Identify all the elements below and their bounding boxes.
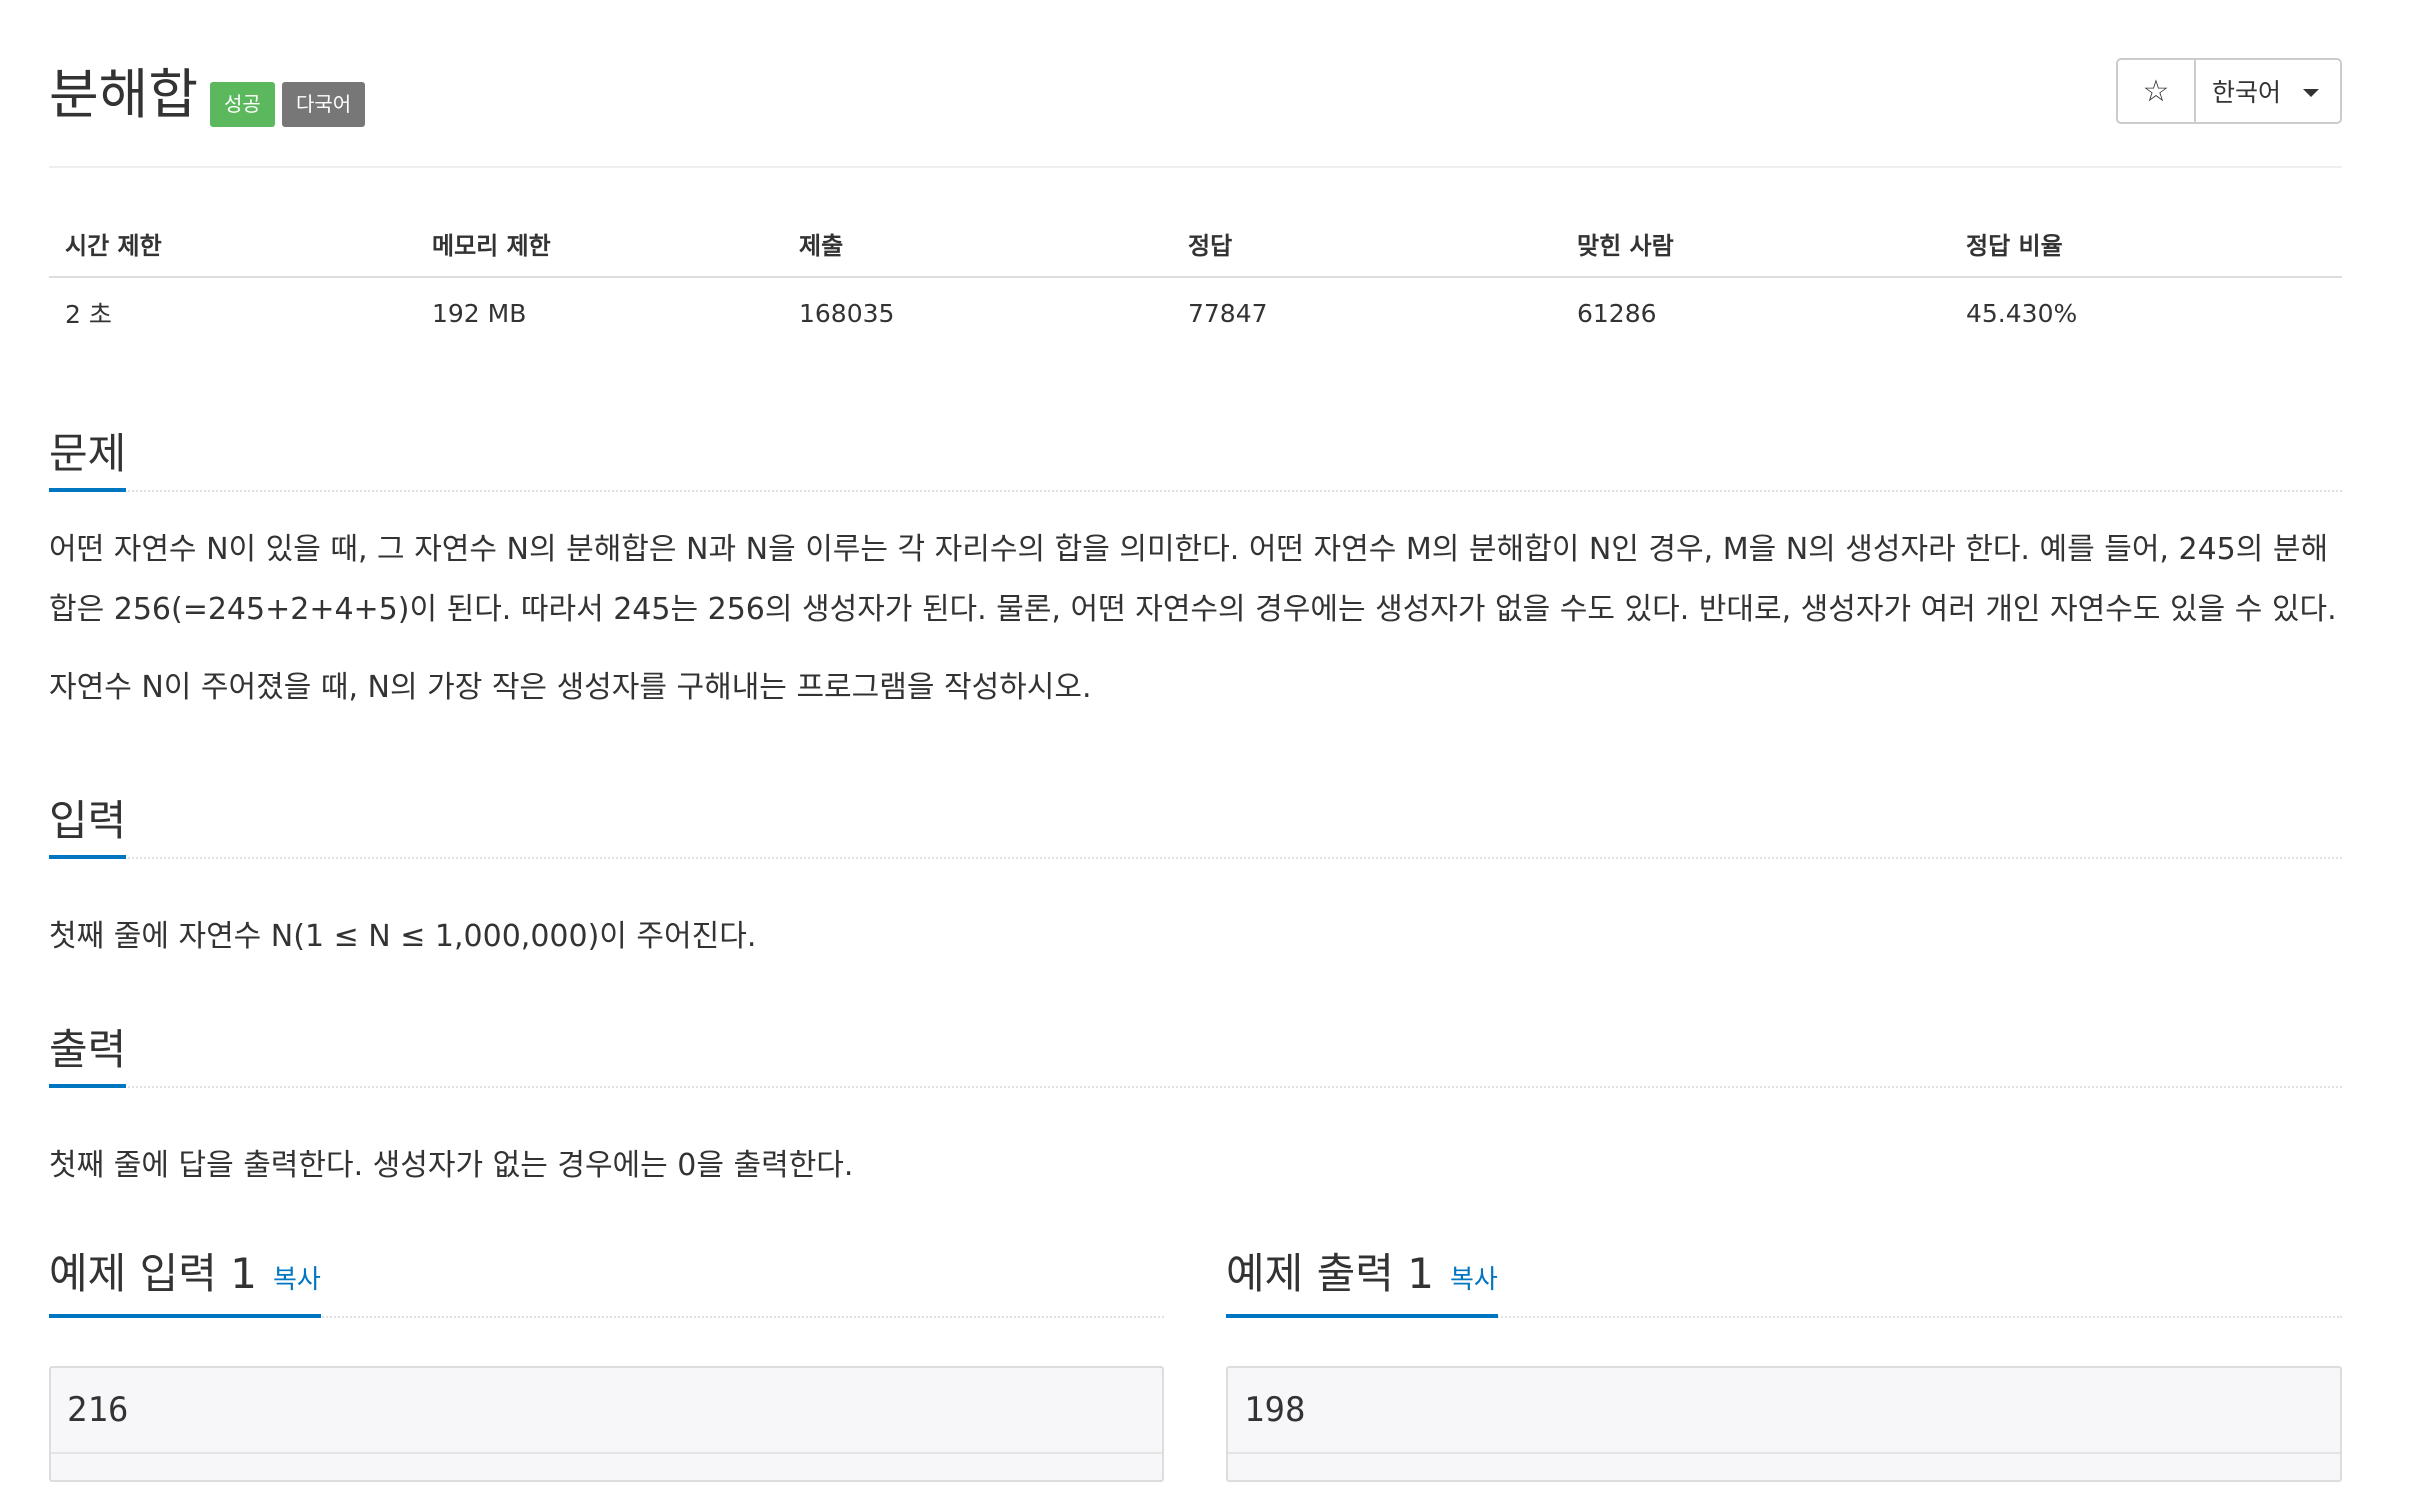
section-sample-input-title: 예제 입력 1 복사 <box>49 1244 321 1318</box>
info-value-memory-limit: 192 MB <box>432 298 527 328</box>
sample-input-divider <box>51 1452 1162 1454</box>
info-header-accept-ratio: 정답 비율 <box>1950 210 2342 278</box>
sample-output-copy-link[interactable]: 복사 <box>1450 1265 1498 1295</box>
sample-input-value: 216 <box>67 1390 129 1430</box>
info-header-row: 시간 제한 메모리 제한 제출 정답 맞힌 사람 정답 비율 <box>49 210 2342 278</box>
info-value-submissions[interactable]: 168035 <box>783 277 1172 348</box>
info-value-time-limit: 2 초 <box>65 300 112 329</box>
sample-input-box[interactable]: 216 <box>49 1366 1164 1482</box>
info-value-accepted: 77847 <box>1188 298 1268 328</box>
section-output: 출력 첫째 줄에 답을 출력한다. 생성자가 없는 경우에는 0을 출력한다. <box>49 1014 2342 1196</box>
status-badge-multilang[interactable]: 다국어 <box>282 82 366 127</box>
section-input-head: 입력 <box>49 785 2342 859</box>
problem-title: 분해합 <box>49 63 199 126</box>
info-header-accepted: 정답 <box>1172 210 1561 278</box>
favorite-button[interactable]: ☆ <box>2118 60 2196 122</box>
info-value-solved-users: 61286 <box>1577 298 1657 328</box>
section-description-title: 문제 <box>49 424 127 492</box>
sample-output-box[interactable]: 198 <box>1226 1366 2342 1482</box>
section-sample-output: 예제 출력 1 복사 198 <box>1226 1244 2342 1482</box>
language-dropdown[interactable]: 한국어 <box>2196 60 2340 122</box>
section-sample-input-head: 예제 입력 1 복사 <box>49 1244 1164 1318</box>
problem-page: 분해합 성공 다국어 ☆ 한국어 시간 제한 메모리 제한 제출 정답 맞힌 사… <box>49 0 2342 1482</box>
description-paragraph-1: 어떤 자연수 N이 있을 때, 그 자연수 N의 분해합은 N과 N을 이루는 … <box>49 532 2337 627</box>
section-output-head: 출력 <box>49 1014 2342 1088</box>
description-paragraph-2: 자연수 N이 주어졌을 때, N의 가장 작은 생성자를 구해내는 프로그램을 … <box>49 670 1092 705</box>
sample-output-title-text: 예제 출력 1 <box>1226 1249 1434 1298</box>
info-header-solved-users: 맞힌 사람 <box>1561 210 1950 278</box>
info-header-memory-limit: 메모리 제한 <box>416 210 783 278</box>
sample-output-divider <box>1228 1452 2340 1454</box>
section-input-title: 입력 <box>49 791 127 859</box>
info-value-accept-ratio: 45.430% <box>1966 298 2078 328</box>
input-description: 첫째 줄에 자연수 N(1 ≤ N ≤ 1,000,000)이 주어진다. <box>49 919 757 954</box>
section-description: 문제 어떤 자연수 N이 있을 때, 그 자연수 N의 분해합은 N과 N을 이… <box>49 418 2342 718</box>
section-input: 입력 첫째 줄에 자연수 N(1 ≤ N ≤ 1,000,000)이 주어진다. <box>49 785 2342 967</box>
section-sample-output-head: 예제 출력 1 복사 <box>1226 1244 2342 1318</box>
header-button-group: ☆ 한국어 <box>2116 58 2342 124</box>
sample-input-title-text: 예제 입력 1 <box>49 1249 257 1298</box>
sample-output-value: 198 <box>1244 1390 1306 1430</box>
star-icon: ☆ <box>2142 73 2170 109</box>
status-badge-success[interactable]: 성공 <box>210 82 275 127</box>
section-output-title: 출력 <box>49 1020 127 1088</box>
problem-info-table: 시간 제한 메모리 제한 제출 정답 맞힌 사람 정답 비율 2 초 192 M… <box>49 210 2342 348</box>
language-label: 한국어 <box>2212 78 2282 107</box>
info-header-submissions: 제출 <box>783 210 1172 278</box>
problem-header: 분해합 성공 다국어 ☆ 한국어 <box>49 0 2342 168</box>
caret-down-icon <box>2303 89 2320 97</box>
info-value-row: 2 초 192 MB 168035 77847 61286 45.430% <box>49 277 2342 348</box>
sample-input-copy-link[interactable]: 복사 <box>273 1265 321 1295</box>
info-header-time-limit: 시간 제한 <box>49 210 416 278</box>
section-sample-input: 예제 입력 1 복사 216 <box>49 1244 1164 1482</box>
section-sample-output-title: 예제 출력 1 복사 <box>1226 1244 1498 1318</box>
output-description: 첫째 줄에 답을 출력한다. 생성자가 없는 경우에는 0을 출력한다. <box>49 1148 854 1183</box>
section-description-head: 문제 <box>49 418 2342 492</box>
